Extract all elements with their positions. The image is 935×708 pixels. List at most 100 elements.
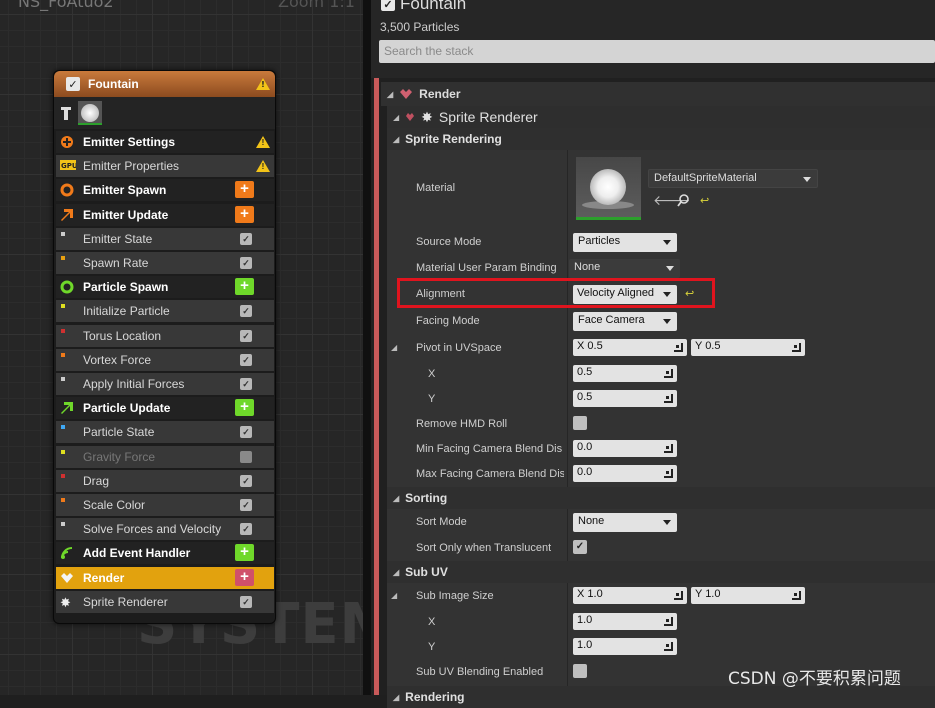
row-label: Emitter Settings [83,135,176,149]
module-row[interactable]: Apply Initial Forces ✓ [56,373,274,395]
add-module-button[interactable]: + [235,181,254,199]
render-stage-header[interactable]: Render + [56,566,274,589]
max-facing-input[interactable]: 0.0 [573,465,677,482]
section-title: Sprite Rendering [405,132,502,146]
pivot-x-input[interactable]: X 0.5 [573,339,687,356]
emitter-thumbnail-row [54,97,275,129]
pivot-y-field[interactable]: 0.5 [573,390,677,407]
module-row[interactable]: GPU Emitter Properties! [56,155,274,178]
section-sorting[interactable]: ◢ Sorting [387,487,935,509]
panel-enabled-checkbox[interactable]: ✓ [381,0,395,11]
stage-header[interactable]: Emitter Settings! [56,131,274,153]
module-enabled-checkbox[interactable]: ✓ [240,232,252,245]
min-facing-input[interactable]: 0.0 [573,440,677,457]
row-label: Apply Initial Forces [83,377,185,391]
module-row[interactable]: Torus Location ✓ [56,324,274,347]
section-rendering[interactable]: ◢ Rendering [387,686,935,708]
sub-image-x-value: X 1.0 [577,588,603,600]
pivot-x-value: X 0.5 [577,340,603,352]
graph-canvas[interactable]: NS_FoAtuo2 Zoom 1:1 SYSTEM ✓ Fountain ! … [0,0,395,695]
add-module-button[interactable]: + [235,399,254,417]
module-row[interactable]: ✸ Sprite Renderer ✓ [56,590,274,613]
collapse-arrow-icon[interactable]: ◢ [391,591,397,600]
sub-image-y-field-value: 1.0 [577,639,593,651]
module-enabled-checkbox[interactable] [240,450,252,463]
collapse-arrow-icon[interactable]: ◢ [393,568,399,577]
module-color-dot [61,425,65,430]
source-mode-value: Particles [578,235,621,247]
stage-header[interactable]: Particle Spawn + [56,276,274,299]
emitter-node-header[interactable]: ✓ Fountain ! [54,71,275,97]
stage-header[interactable]: Emitter Update + [56,203,274,226]
render-section-header[interactable]: ◢ Render [381,82,935,106]
sort-mode-dropdown[interactable]: None [573,513,677,532]
material-picker[interactable]: DefaultSpriteMaterial [648,169,818,188]
sort-translucent-checkbox[interactable]: ✓ [573,540,587,554]
module-enabled-checkbox[interactable]: ✓ [240,257,252,269]
module-row[interactable]: Particle State ✓ [56,421,274,444]
sub-image-x-field[interactable]: 1.0 [573,613,677,630]
add-module-button[interactable]: + [235,205,254,223]
row-label: Sprite Renderer [83,594,168,609]
collapse-arrow-icon[interactable]: ◢ [393,113,399,122]
panel-splitter[interactable] [363,0,371,695]
stage-header[interactable]: Emitter Spawn + [56,179,274,202]
add-module-button[interactable]: + [235,544,254,562]
module-row[interactable]: Spawn Rate ✓ [56,252,274,274]
pivot-x-field[interactable]: 0.5 [573,365,677,382]
module-enabled-checkbox[interactable]: ✓ [240,305,252,318]
sub-image-y-field[interactable]: 1.0 [573,638,677,655]
row-label: Particle State [83,425,155,440]
module-row[interactable]: Vortex Force ✓ [56,348,274,371]
module-row[interactable]: Scale Color ✓ [56,494,274,516]
sub-image-x-field-value: 1.0 [577,614,593,626]
module-enabled-checkbox[interactable]: ✓ [240,523,252,536]
remove-hmd-roll-checkbox[interactable] [573,416,587,430]
module-enabled-checkbox[interactable]: ✓ [240,595,252,608]
module-row[interactable]: Drag ✓ [56,469,274,492]
module-row[interactable]: Solve Forces and Velocity ✓ [56,518,274,541]
stack-search-input[interactable]: Search the stack [379,40,935,63]
emitter-settings-icon [60,135,74,149]
emitter-node[interactable]: ✓ Fountain ! Emitter Settings! GPU Emitter… [53,70,276,624]
sub-image-x-input[interactable]: X 1.0 [573,587,687,604]
module-enabled-checkbox[interactable]: ✓ [240,426,252,439]
sub-image-size-label: Sub Image Size [416,590,494,602]
module-enabled-checkbox[interactable]: ✓ [240,499,252,511]
module-row[interactable]: Initialize Particle ✓ [56,300,274,323]
collapse-arrow-icon[interactable]: ◢ [393,494,399,503]
section-sprite-rendering[interactable]: ◢ Sprite Rendering [387,128,935,150]
module-enabled-checkbox[interactable]: ✓ [240,353,252,366]
material-thumbnail[interactable] [576,157,641,220]
collapse-arrow-icon[interactable]: ◢ [393,135,399,144]
collapse-arrow-icon[interactable]: ◢ [393,693,399,702]
pivot-y-field-value: 0.5 [577,391,593,403]
module-row[interactable]: Emitter State ✓ [56,227,274,250]
module-enabled-checkbox[interactable]: ✓ [240,474,252,487]
facing-mode-dropdown[interactable]: Face Camera [573,312,677,331]
particle-update-icon [60,401,74,415]
reset-to-default-icon[interactable]: ↩ [700,194,709,207]
stage-header[interactable]: Add Event Handler + [56,542,274,565]
pin-icon[interactable] [60,105,72,121]
sprite-renderer-header[interactable]: ◢ ✸ Sprite Renderer [387,106,935,128]
render-icon [60,571,74,585]
section-sub-uv[interactable]: ◢ Sub UV [387,561,935,583]
module-enabled-checkbox[interactable]: ✓ [240,329,252,342]
material-user-param-dropdown[interactable]: None [569,259,680,278]
collapse-arrow-icon[interactable]: ◢ [391,343,397,352]
sub-image-y-input[interactable]: Y 1.0 [691,587,805,604]
browse-search-icon[interactable] [677,194,690,207]
source-mode-dropdown[interactable]: Particles [573,233,677,252]
collapse-arrow-icon[interactable]: ◢ [387,90,393,99]
render-group-color-bar [374,78,379,695]
module-enabled-checkbox[interactable]: ✓ [240,378,252,390]
add-module-button[interactable]: + [235,568,254,586]
emitter-enabled-checkbox[interactable]: ✓ [66,77,80,91]
pivot-y-input[interactable]: Y 0.5 [691,339,805,356]
material-label: Material [416,182,456,194]
add-module-button[interactable]: + [235,278,254,296]
module-row[interactable]: Gravity Force [56,445,274,468]
sub-uv-blending-checkbox[interactable] [573,664,587,678]
stage-header[interactable]: Particle Update + [56,397,274,420]
